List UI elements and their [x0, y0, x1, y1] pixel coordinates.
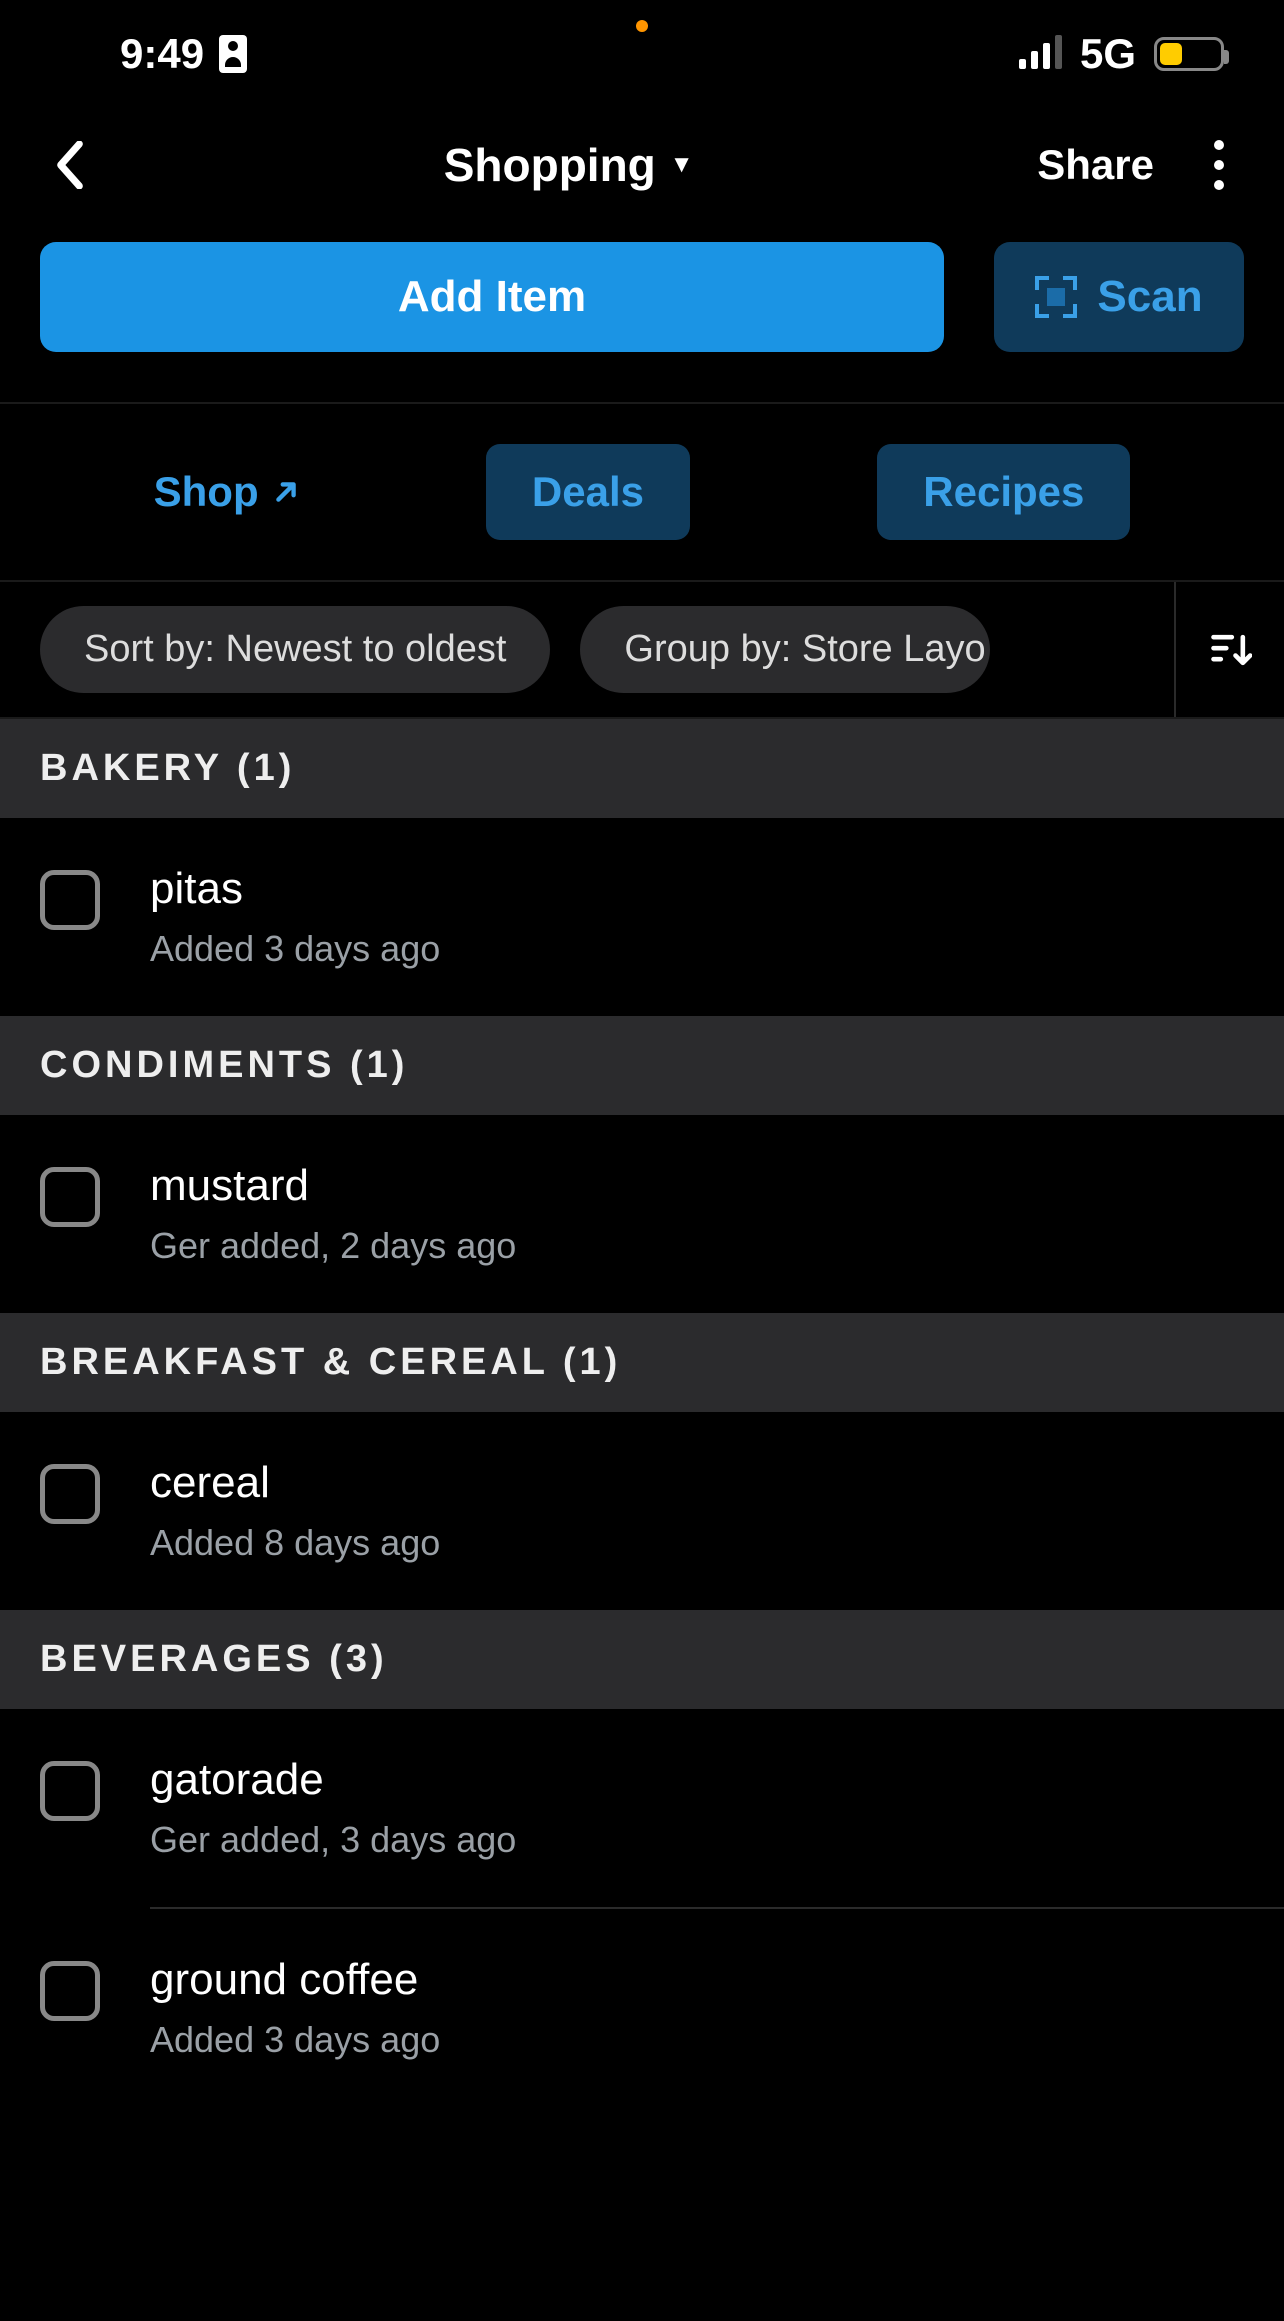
chevron-left-icon	[56, 141, 84, 189]
item-meta: Added 3 days ago	[150, 2019, 1244, 2061]
item-meta: Added 3 days ago	[150, 928, 1244, 970]
status-time: 9:49	[120, 30, 204, 78]
item-content: mustard Ger added, 2 days ago	[150, 1161, 1244, 1267]
item-checkbox[interactable]	[40, 1961, 100, 2021]
item-name: cereal	[150, 1458, 1244, 1508]
add-item-button[interactable]: Add Item	[40, 242, 944, 352]
recording-indicator-dot	[636, 20, 648, 32]
status-bar: 9:49 5G	[0, 0, 1284, 98]
page-title: Shopping	[444, 138, 656, 192]
caret-down-icon: ▼	[670, 151, 694, 179]
app-header: Shopping ▼ Share	[0, 98, 1284, 242]
shop-label: Shop	[154, 468, 259, 516]
back-button[interactable]	[40, 141, 100, 189]
list-selector[interactable]: Shopping ▼	[100, 138, 1037, 192]
item-name: pitas	[150, 864, 1244, 914]
sort-chip[interactable]: Sort by: Newest to oldest	[40, 606, 550, 693]
scan-label: Scan	[1097, 272, 1202, 322]
more-menu-button[interactable]	[1194, 140, 1244, 190]
list-item[interactable]: gatorade Ger added, 3 days ago	[0, 1709, 1284, 1907]
section-header: BREAKFAST & CEREAL (1)	[0, 1313, 1284, 1412]
battery-icon	[1154, 37, 1224, 71]
section-header: BAKERY (1)	[0, 719, 1284, 818]
nav-tabs: Shop Deals Recipes	[0, 404, 1284, 580]
item-checkbox[interactable]	[40, 870, 100, 930]
signal-icon	[1019, 39, 1062, 69]
list-item[interactable]: pitas Added 3 days ago	[0, 818, 1284, 1016]
external-link-icon	[273, 479, 299, 505]
filter-row: Sort by: Newest to oldest Group by: Stor…	[0, 580, 1284, 719]
item-name: gatorade	[150, 1755, 1244, 1805]
item-meta: Ger added, 3 days ago	[150, 1819, 1244, 1861]
item-content: gatorade Ger added, 3 days ago	[150, 1755, 1244, 1861]
scan-icon	[1035, 276, 1077, 318]
recipes-button[interactable]: Recipes	[877, 444, 1130, 540]
item-checkbox[interactable]	[40, 1761, 100, 1821]
item-content: cereal Added 8 days ago	[150, 1458, 1244, 1564]
shopping-list: BAKERY (1) pitas Added 3 days ago CONDIMENT…	[0, 719, 1284, 2107]
list-item[interactable]: mustard Ger added, 2 days ago	[0, 1115, 1284, 1313]
item-content: pitas Added 3 days ago	[150, 864, 1244, 970]
shop-link[interactable]: Shop	[154, 468, 299, 516]
list-item[interactable]: cereal Added 8 days ago	[0, 1412, 1284, 1610]
action-row: Add Item Scan	[0, 242, 1284, 402]
item-content: ground coffee Added 3 days ago	[150, 1955, 1244, 2061]
section-header: CONDIMENTS (1)	[0, 1016, 1284, 1115]
item-checkbox[interactable]	[40, 1464, 100, 1524]
item-checkbox[interactable]	[40, 1167, 100, 1227]
scan-button[interactable]: Scan	[994, 242, 1244, 352]
item-meta: Added 8 days ago	[150, 1522, 1244, 1564]
sort-icon	[1208, 628, 1252, 672]
share-button[interactable]: Share	[1037, 141, 1154, 189]
item-meta: Ger added, 2 days ago	[150, 1225, 1244, 1267]
list-item[interactable]: ground coffee Added 3 days ago	[0, 1909, 1284, 2107]
deals-button[interactable]: Deals	[486, 444, 690, 540]
id-card-icon	[219, 35, 247, 73]
section-header: BEVERAGES (3)	[0, 1610, 1284, 1709]
item-name: mustard	[150, 1161, 1244, 1211]
network-label: 5G	[1080, 30, 1136, 78]
group-chip[interactable]: Group by: Store Layo	[580, 606, 990, 693]
sort-order-button[interactable]	[1174, 582, 1284, 717]
item-name: ground coffee	[150, 1955, 1244, 2005]
